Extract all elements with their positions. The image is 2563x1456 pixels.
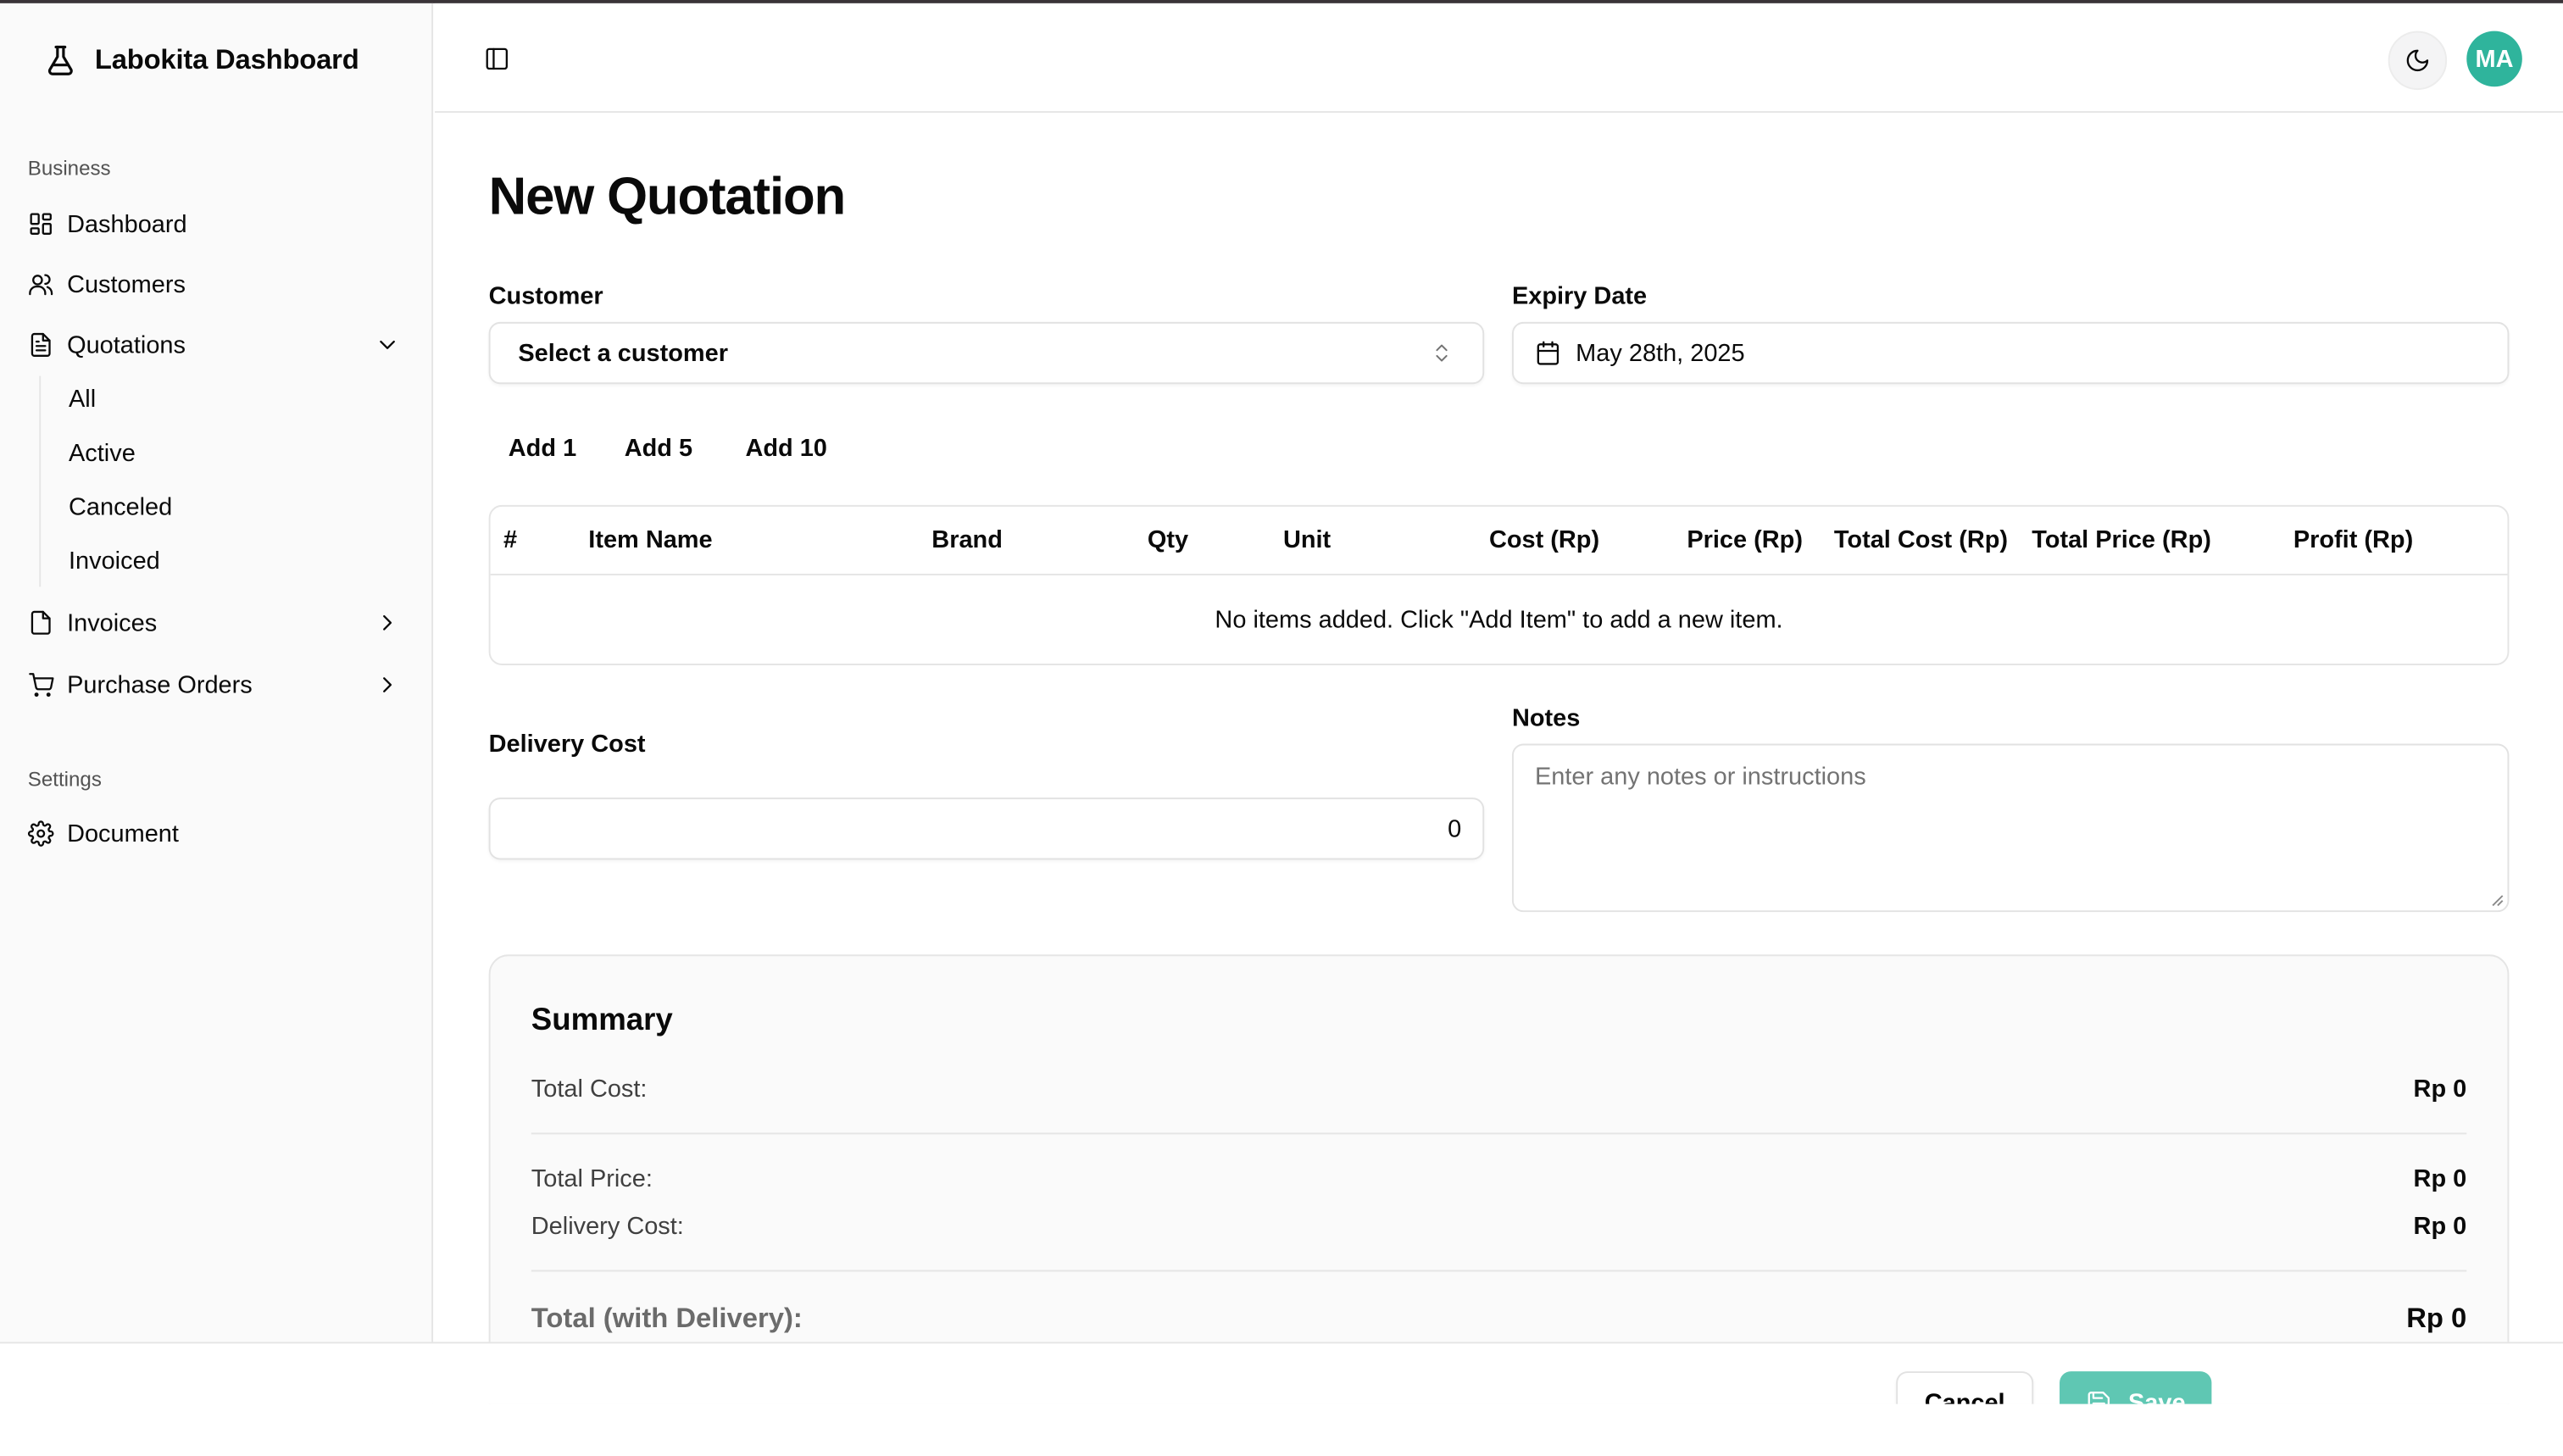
gear-icon	[27, 820, 54, 847]
column-header-total-price: Total Price (Rp)	[2032, 526, 2211, 554]
summary-total-price-label: Total Price:	[531, 1165, 653, 1193]
add-10-button[interactable]: Add 10	[745, 435, 826, 463]
sidebar: Labokita Dashboard Business Dashboard Cu…	[0, 3, 434, 1404]
group-label-business: Business	[27, 157, 111, 181]
submenu-line	[39, 375, 42, 587]
chevron-right-icon[interactable]	[375, 609, 401, 636]
column-header-brand: Brand	[931, 526, 1003, 554]
sidebar-item-label: Invoices	[67, 609, 158, 637]
column-header-profit: Profit (Rp)	[2293, 526, 2414, 554]
column-header-qty: Qty	[1147, 526, 1189, 554]
notes-placeholder: Enter any notes or instructions	[1534, 763, 1866, 792]
summary-grand-total-label: Total (with Delivery):	[531, 1303, 803, 1334]
topbar	[435, 3, 2563, 114]
sidebar-item-label: Purchase Orders	[67, 670, 253, 699]
summary-card: Summary Total Cost: Rp 0 Total Price: Rp…	[488, 954, 2510, 1404]
sidebar-item-label: Customers	[67, 270, 186, 298]
column-header-cost: Cost (Rp)	[1488, 526, 1600, 554]
sidebar-item-document[interactable]: Document	[27, 809, 417, 859]
sidebar-item-purchase-orders[interactable]: Purchase Orders	[28, 660, 417, 709]
brand[interactable]: Labokita Dashboard	[42, 42, 359, 78]
layout-grid-icon	[30, 213, 52, 235]
page-title: New Quotation	[488, 166, 847, 226]
users-icon	[29, 274, 53, 296]
moon-icon	[2406, 49, 2429, 72]
calendar-icon	[1537, 341, 1559, 365]
summary-divider	[531, 1132, 2467, 1135]
add-5-button[interactable]: Add 5	[625, 435, 692, 463]
summary-divider	[531, 1270, 2467, 1272]
expiry-date-label: Expiry Date	[1511, 282, 1648, 311]
chevron-down-icon[interactable]	[375, 332, 401, 358]
sidebar-item-label: Document	[67, 820, 179, 847]
save-button-label: Save	[2127, 1388, 2186, 1404]
column-header-unit: Unit	[1282, 526, 1332, 554]
summary-grand-total-row: Total (with Delivery): Rp 0	[531, 1303, 2466, 1336]
summary-title: Summary	[531, 1003, 673, 1038]
sidebar-subitem-canceled[interactable]: Canceled	[69, 493, 172, 521]
chevron-right-icon[interactable]	[375, 672, 401, 698]
notes-textarea[interactable]: Enter any notes or instructions	[1511, 743, 2510, 913]
brand-title: Labokita Dashboard	[94, 44, 359, 75]
expiry-date-value: May 28th, 2025	[1576, 339, 1745, 367]
resize-handle-icon[interactable]	[2491, 894, 2504, 907]
summary-total-price-value: Rp 0	[2413, 1165, 2467, 1193]
delivery-cost-input[interactable]: 0	[488, 797, 1485, 860]
sidebar-subitem-all[interactable]: All	[69, 386, 96, 414]
cart-icon	[29, 673, 54, 697]
expiry-date-picker[interactable]: May 28th, 2025	[1511, 321, 2510, 385]
sidebar-item-dashboard[interactable]: Dashboard	[28, 199, 417, 248]
table-empty-message: No items added. Click "Add Item" to add …	[1215, 606, 1783, 635]
summary-grand-total-value: Rp 0	[2406, 1303, 2467, 1334]
sidebar-subitem-invoiced[interactable]: Invoiced	[69, 547, 160, 575]
delivery-cost-label: Delivery Cost	[488, 731, 646, 759]
column-header-price: Price (Rp)	[1687, 526, 1803, 554]
sidebar-subitem-active[interactable]: Active	[69, 440, 136, 468]
customer-select-value: Select a customer	[518, 339, 729, 367]
summary-total-cost-value: Rp 0	[2413, 1075, 2467, 1103]
summary-total-cost-label: Total Cost:	[531, 1075, 648, 1103]
delivery-cost-value: 0	[1448, 814, 1462, 843]
sidebar-toggle-button[interactable]	[484, 46, 510, 72]
summary-delivery-cost-value: Rp 0	[2413, 1213, 2467, 1241]
save-icon	[2088, 1392, 2110, 1404]
sidebar-item-quotations[interactable]: Quotations	[28, 320, 417, 370]
panel-left-icon	[486, 47, 509, 70]
summary-total-price-row: Total Price: Rp 0	[531, 1165, 2466, 1193]
cancel-button[interactable]: Cancel	[1896, 1371, 2034, 1404]
app-root: Labokita Dashboard Business Dashboard Cu…	[0, 0, 2563, 1404]
column-header-item-name: Item Name	[588, 526, 713, 554]
items-table: # Item Name Brand Qty Unit Cost (Rp) Pri…	[488, 504, 2510, 665]
customer-label: Customer	[488, 282, 603, 311]
save-button[interactable]: Save	[2060, 1371, 2212, 1404]
summary-delivery-cost-row: Delivery Cost: Rp 0	[531, 1213, 2466, 1241]
column-header-number: #	[503, 526, 518, 554]
summary-delivery-cost-label: Delivery Cost:	[531, 1213, 684, 1241]
avatar[interactable]: MA	[2466, 31, 2522, 87]
theme-toggle-button[interactable]	[2388, 31, 2448, 91]
add-1-button[interactable]: Add 1	[509, 435, 576, 463]
flask-icon	[47, 45, 73, 75]
sidebar-item-invoices[interactable]: Invoices	[28, 598, 417, 647]
sidebar-item-label: Quotations	[67, 331, 186, 359]
sidebar-item-customers[interactable]: Customers	[28, 260, 417, 309]
column-header-total-cost: Total Cost (Rp)	[1833, 526, 2009, 554]
summary-total-cost-row: Total Cost: Rp 0	[531, 1075, 2466, 1103]
sidebar-item-label: Dashboard	[67, 209, 187, 238]
chevrons-up-down-icon	[1436, 344, 1448, 362]
notes-label: Notes	[1511, 704, 1581, 733]
table-header: # Item Name Brand Qty Unit Cost (Rp) Pri…	[490, 507, 2508, 575]
customer-select[interactable]: Select a customer	[488, 321, 1485, 385]
file-text-icon	[31, 332, 51, 357]
group-label-settings: Settings	[27, 768, 102, 792]
file-icon	[31, 610, 51, 635]
